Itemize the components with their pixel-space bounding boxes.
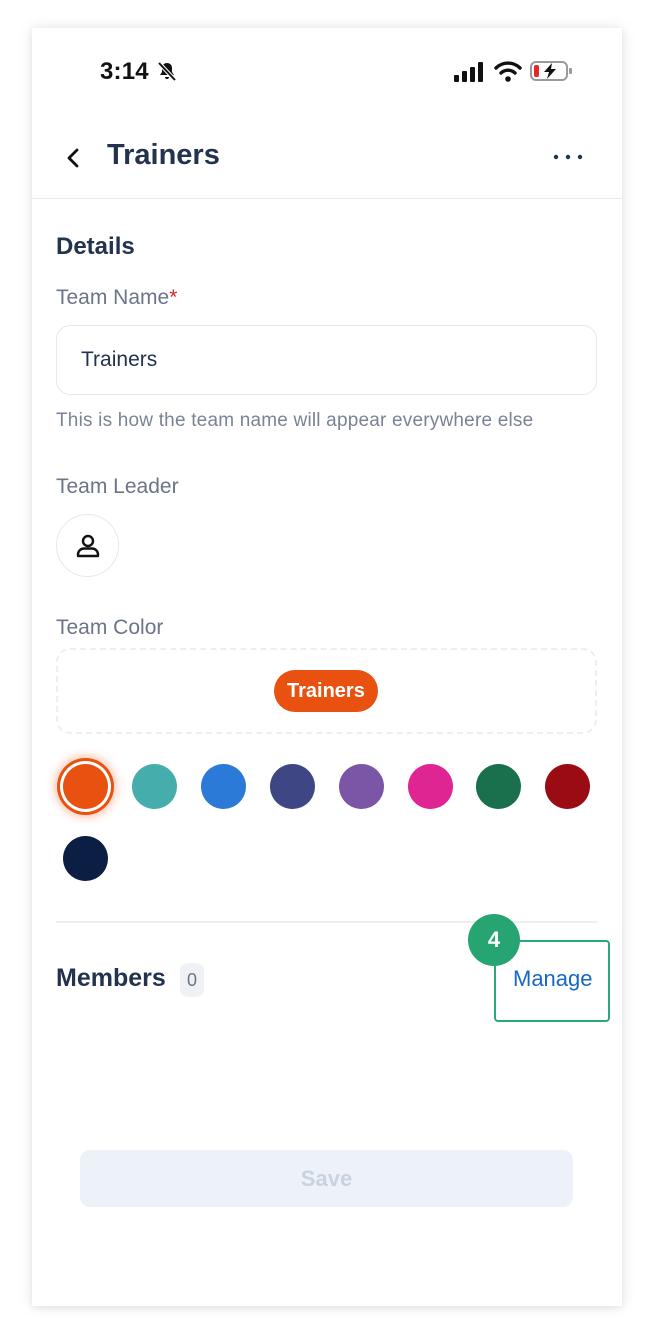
color-swatch[interactable] [63, 764, 108, 809]
signal-icon [454, 62, 483, 82]
color-swatch[interactable] [476, 764, 522, 809]
color-swatch[interactable] [269, 764, 315, 809]
status-time: 3:14 [100, 58, 149, 85]
color-swatch[interactable] [63, 836, 108, 881]
team-name-helper: This is how the team name will appear ev… [56, 410, 534, 431]
bell-off-icon [157, 61, 177, 82]
save-button[interactable]: Save [80, 1150, 573, 1207]
details-section-title: Details [56, 233, 135, 260]
team-name-label: Team Name* [56, 286, 177, 310]
wifi-icon [494, 61, 522, 82]
color-swatch[interactable] [545, 764, 591, 809]
members-title: Members [56, 964, 166, 992]
team-leader-picker[interactable] [56, 514, 119, 577]
user-icon [76, 534, 99, 557]
back-button[interactable] [62, 144, 86, 172]
team-color-label: Team Color [56, 616, 164, 639]
phone-screen: 3:14 Trainers Details Team Name* This is… [32, 28, 622, 1306]
members-divider [56, 921, 597, 923]
color-swatch[interactable] [407, 764, 453, 809]
team-leader-label: Team Leader [56, 475, 179, 498]
header-divider [32, 198, 622, 199]
battery-charging-icon [530, 61, 572, 81]
team-preview-chip: Trainers [274, 670, 378, 712]
required-star: * [169, 286, 178, 309]
tutorial-step-badge: 4 [468, 914, 520, 966]
members-count-badge: 0 [180, 963, 204, 997]
team-name-input[interactable] [56, 325, 597, 395]
color-swatch[interactable] [200, 764, 246, 809]
team-name-label-text: Team Name [56, 286, 170, 309]
page-title: Trainers [107, 139, 220, 171]
more-horizontal-icon[interactable] [550, 146, 586, 168]
color-swatch[interactable] [338, 764, 384, 809]
color-swatch[interactable] [131, 764, 177, 809]
